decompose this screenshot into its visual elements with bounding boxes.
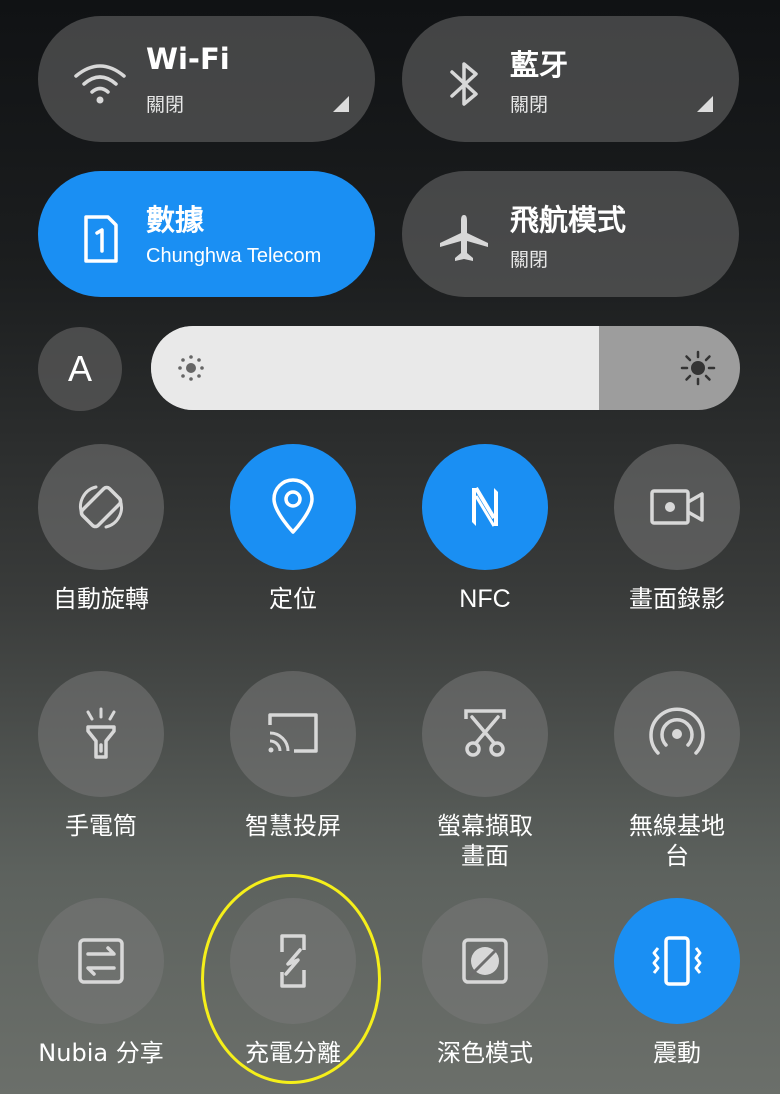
screenshot-button[interactable] — [422, 671, 548, 797]
tile-hotspot[interactable]: 無線基地台 — [587, 671, 767, 871]
tile-dark-mode[interactable]: 深色模式 — [395, 898, 575, 1068]
tile-nfc[interactable]: NFC — [395, 444, 575, 614]
charge-separation-icon — [280, 934, 306, 988]
nfc-button[interactable] — [422, 444, 548, 570]
mobile-data-toggle[interactable]: 數據 Chunghwa Telecom — [38, 171, 375, 297]
tile-vibrate[interactable]: 震動 — [587, 898, 767, 1068]
wifi-title: Wi-Fi — [146, 42, 230, 76]
carrier-name: Chunghwa Telecom — [146, 245, 322, 267]
hotspot-button[interactable] — [614, 671, 740, 797]
scissors-icon — [464, 709, 506, 757]
screen-record-label: 畫面錄影 — [629, 585, 725, 613]
bluetooth-status: 關閉 — [510, 94, 549, 116]
auto-rotate-button[interactable] — [38, 444, 164, 570]
cast-icon — [268, 713, 318, 753]
brightness-high-icon — [680, 350, 716, 386]
airplane-mode-toggle[interactable]: 飛航模式 關閉 — [402, 171, 739, 297]
auto-rotate-label: 自動旋轉 — [53, 585, 149, 613]
tile-screenshot[interactable]: 螢幕擷取畫面 — [395, 671, 575, 871]
airplane-status: 關閉 — [510, 249, 549, 271]
nfc-label: NFC — [459, 585, 511, 613]
location-button[interactable] — [230, 444, 356, 570]
airplane-title: 飛航模式 — [510, 203, 627, 237]
share-transfer-icon — [78, 938, 124, 984]
flashlight-icon — [86, 707, 116, 759]
hotspot-label: 無線基地台 — [629, 812, 725, 870]
wifi-toggle[interactable]: Wi-Fi 關閉 — [38, 16, 375, 142]
video-camera-icon — [650, 489, 704, 525]
wifi-icon — [74, 64, 126, 104]
smart-cast-label: 智慧投屏 — [245, 812, 341, 840]
tile-auto-rotate[interactable]: 自動旋轉 — [11, 444, 191, 614]
dark-mode-icon — [462, 938, 508, 984]
flashlight-button[interactable] — [38, 671, 164, 797]
nubia-share-label: Nubia 分享 — [38, 1039, 164, 1067]
location-pin-icon — [272, 478, 314, 534]
tile-charge-separation[interactable]: 充電分離 — [203, 898, 383, 1068]
bluetooth-title: 藍牙 — [510, 48, 569, 82]
auto-brightness-button[interactable]: A — [38, 327, 122, 411]
tile-location[interactable]: 定位 — [203, 444, 383, 614]
bluetooth-icon — [450, 62, 478, 106]
smart-cast-button[interactable] — [230, 671, 356, 797]
rotate-icon — [79, 485, 123, 529]
screen-record-button[interactable] — [614, 444, 740, 570]
flashlight-label: 手電筒 — [65, 812, 137, 840]
screenshot-label: 螢幕擷取畫面 — [437, 812, 533, 870]
brightness-fill — [151, 326, 599, 410]
location-label: 定位 — [269, 585, 317, 613]
brightness-slider[interactable] — [151, 326, 740, 410]
mobile-data-title: 數據 — [146, 203, 205, 237]
wifi-status: 關閉 — [146, 94, 185, 116]
tile-nubia-share[interactable]: Nubia 分享 — [11, 898, 191, 1068]
nubia-share-button[interactable] — [38, 898, 164, 1024]
charge-separation-label: 充電分離 — [245, 1039, 341, 1067]
hotspot-icon — [649, 707, 705, 755]
charge-separation-button[interactable] — [230, 898, 356, 1024]
dark-mode-button[interactable] — [422, 898, 548, 1024]
vibrate-label: 震動 — [653, 1039, 701, 1067]
dark-mode-label: 深色模式 — [437, 1039, 533, 1067]
tile-screen-record[interactable]: 畫面錄影 — [587, 444, 767, 614]
vibrate-button[interactable] — [614, 898, 740, 1024]
sim-card-icon — [84, 215, 118, 263]
bluetooth-expand-arrow-icon[interactable] — [697, 96, 713, 112]
wifi-expand-arrow-icon[interactable] — [333, 96, 349, 112]
nfc-icon — [472, 486, 498, 527]
bluetooth-toggle[interactable]: 藍牙 關閉 — [402, 16, 739, 142]
tile-smart-cast[interactable]: 智慧投屏 — [203, 671, 383, 841]
vibrate-icon — [652, 936, 702, 986]
brightness-low-icon — [178, 355, 204, 381]
tile-flashlight[interactable]: 手電筒 — [11, 671, 191, 841]
airplane-icon — [440, 215, 488, 261]
